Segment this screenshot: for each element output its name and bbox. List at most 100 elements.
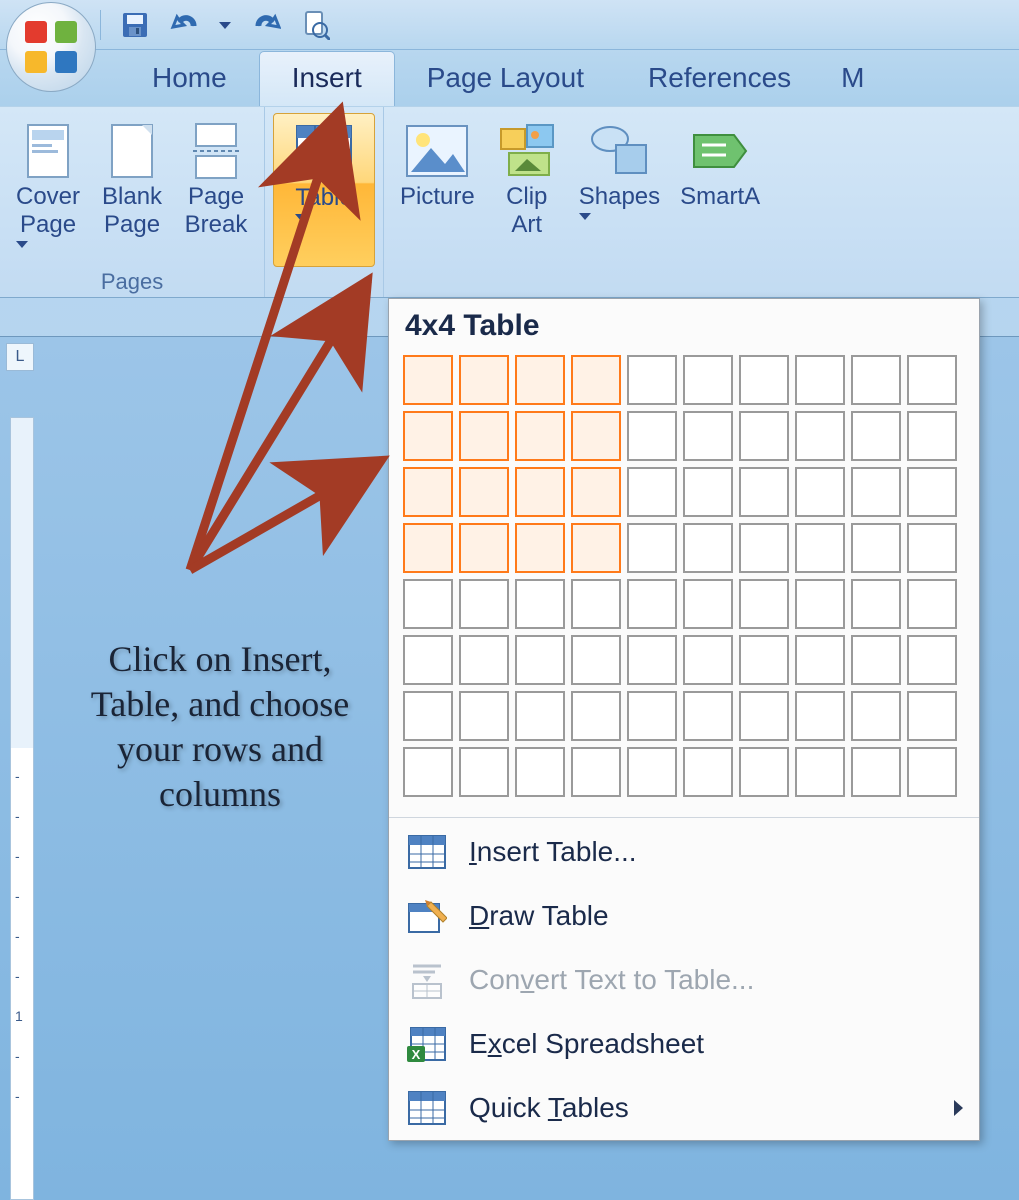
cover-page-button[interactable]: Cover Page (8, 113, 88, 267)
quick-tables-menu-item[interactable]: Quick Tables (389, 1076, 979, 1140)
tab-page-layout[interactable]: Page Layout (395, 52, 616, 106)
page-break-button[interactable]: Page Break (176, 113, 256, 267)
grid-cell[interactable] (739, 411, 789, 461)
undo-dropdown[interactable] (219, 16, 231, 34)
grid-cell[interactable] (403, 411, 453, 461)
grid-cell[interactable] (851, 691, 901, 741)
tab-next-partial[interactable]: M (823, 52, 864, 106)
grid-cell[interactable] (571, 355, 621, 405)
vertical-ruler[interactable]: - - - - - - 1 - - (10, 417, 34, 1200)
grid-cell[interactable] (515, 747, 565, 797)
tab-insert[interactable]: Insert (259, 51, 395, 106)
grid-cell[interactable] (459, 523, 509, 573)
shapes-button[interactable]: Shapes (571, 113, 668, 267)
grid-cell[interactable] (795, 579, 845, 629)
grid-cell[interactable] (907, 579, 957, 629)
grid-cell[interactable] (627, 691, 677, 741)
tab-references[interactable]: References (616, 52, 823, 106)
grid-cell[interactable] (515, 411, 565, 461)
grid-cell[interactable] (739, 747, 789, 797)
grid-cell[interactable] (571, 467, 621, 517)
grid-cell[interactable] (459, 635, 509, 685)
grid-cell[interactable] (515, 691, 565, 741)
grid-cell[interactable] (515, 579, 565, 629)
grid-cell[interactable] (739, 355, 789, 405)
grid-cell[interactable] (683, 355, 733, 405)
table-size-grid[interactable] (389, 351, 979, 815)
grid-cell[interactable] (403, 523, 453, 573)
grid-cell[interactable] (459, 691, 509, 741)
blank-page-button[interactable]: Blank Page (92, 113, 172, 267)
grid-cell[interactable] (795, 467, 845, 517)
grid-cell[interactable] (459, 579, 509, 629)
grid-cell[interactable] (627, 579, 677, 629)
grid-cell[interactable] (683, 635, 733, 685)
grid-cell[interactable] (907, 747, 957, 797)
grid-cell[interactable] (571, 579, 621, 629)
grid-cell[interactable] (795, 691, 845, 741)
grid-cell[interactable] (795, 635, 845, 685)
grid-cell[interactable] (851, 579, 901, 629)
table-button[interactable]: Table (273, 113, 375, 267)
grid-cell[interactable] (515, 635, 565, 685)
grid-cell[interactable] (627, 635, 677, 685)
grid-cell[interactable] (459, 355, 509, 405)
grid-cell[interactable] (739, 523, 789, 573)
grid-cell[interactable] (907, 523, 957, 573)
grid-cell[interactable] (683, 467, 733, 517)
clip-art-button[interactable]: Clip Art (487, 113, 567, 267)
grid-cell[interactable] (403, 355, 453, 405)
grid-cell[interactable] (795, 523, 845, 573)
grid-cell[interactable] (403, 747, 453, 797)
grid-cell[interactable] (571, 411, 621, 461)
grid-cell[interactable] (683, 579, 733, 629)
grid-cell[interactable] (851, 635, 901, 685)
grid-cell[interactable] (571, 747, 621, 797)
draw-table-menu-item[interactable]: Draw Table (389, 884, 979, 948)
office-button[interactable] (6, 2, 96, 92)
grid-cell[interactable] (795, 411, 845, 461)
redo-button[interactable] (249, 9, 281, 41)
grid-cell[interactable] (683, 411, 733, 461)
grid-cell[interactable] (739, 635, 789, 685)
grid-cell[interactable] (739, 691, 789, 741)
grid-cell[interactable] (627, 467, 677, 517)
grid-cell[interactable] (907, 355, 957, 405)
insert-table-menu-item[interactable]: Insert Table... (389, 820, 979, 884)
grid-cell[interactable] (739, 579, 789, 629)
grid-cell[interactable] (403, 635, 453, 685)
grid-cell[interactable] (683, 691, 733, 741)
grid-cell[interactable] (851, 523, 901, 573)
grid-cell[interactable] (515, 355, 565, 405)
grid-cell[interactable] (459, 747, 509, 797)
grid-cell[interactable] (571, 635, 621, 685)
grid-cell[interactable] (459, 467, 509, 517)
grid-cell[interactable] (795, 747, 845, 797)
grid-cell[interactable] (907, 635, 957, 685)
grid-cell[interactable] (795, 355, 845, 405)
tab-home[interactable]: Home (120, 52, 259, 106)
grid-cell[interactable] (403, 579, 453, 629)
grid-cell[interactable] (907, 467, 957, 517)
print-preview-button[interactable] (299, 9, 331, 41)
grid-cell[interactable] (627, 523, 677, 573)
grid-cell[interactable] (739, 467, 789, 517)
grid-cell[interactable] (851, 747, 901, 797)
grid-cell[interactable] (515, 467, 565, 517)
grid-cell[interactable] (907, 411, 957, 461)
grid-cell[interactable] (627, 747, 677, 797)
grid-cell[interactable] (403, 691, 453, 741)
grid-cell[interactable] (851, 355, 901, 405)
grid-cell[interactable] (627, 411, 677, 461)
save-button[interactable] (119, 9, 151, 41)
undo-button[interactable] (169, 9, 201, 41)
excel-spreadsheet-menu-item[interactable]: X Excel Spreadsheet (389, 1012, 979, 1076)
grid-cell[interactable] (403, 467, 453, 517)
grid-cell[interactable] (627, 355, 677, 405)
grid-cell[interactable] (851, 411, 901, 461)
grid-cell[interactable] (907, 691, 957, 741)
grid-cell[interactable] (683, 523, 733, 573)
smartart-button[interactable]: SmartA (672, 113, 760, 267)
grid-cell[interactable] (459, 411, 509, 461)
grid-cell[interactable] (683, 747, 733, 797)
